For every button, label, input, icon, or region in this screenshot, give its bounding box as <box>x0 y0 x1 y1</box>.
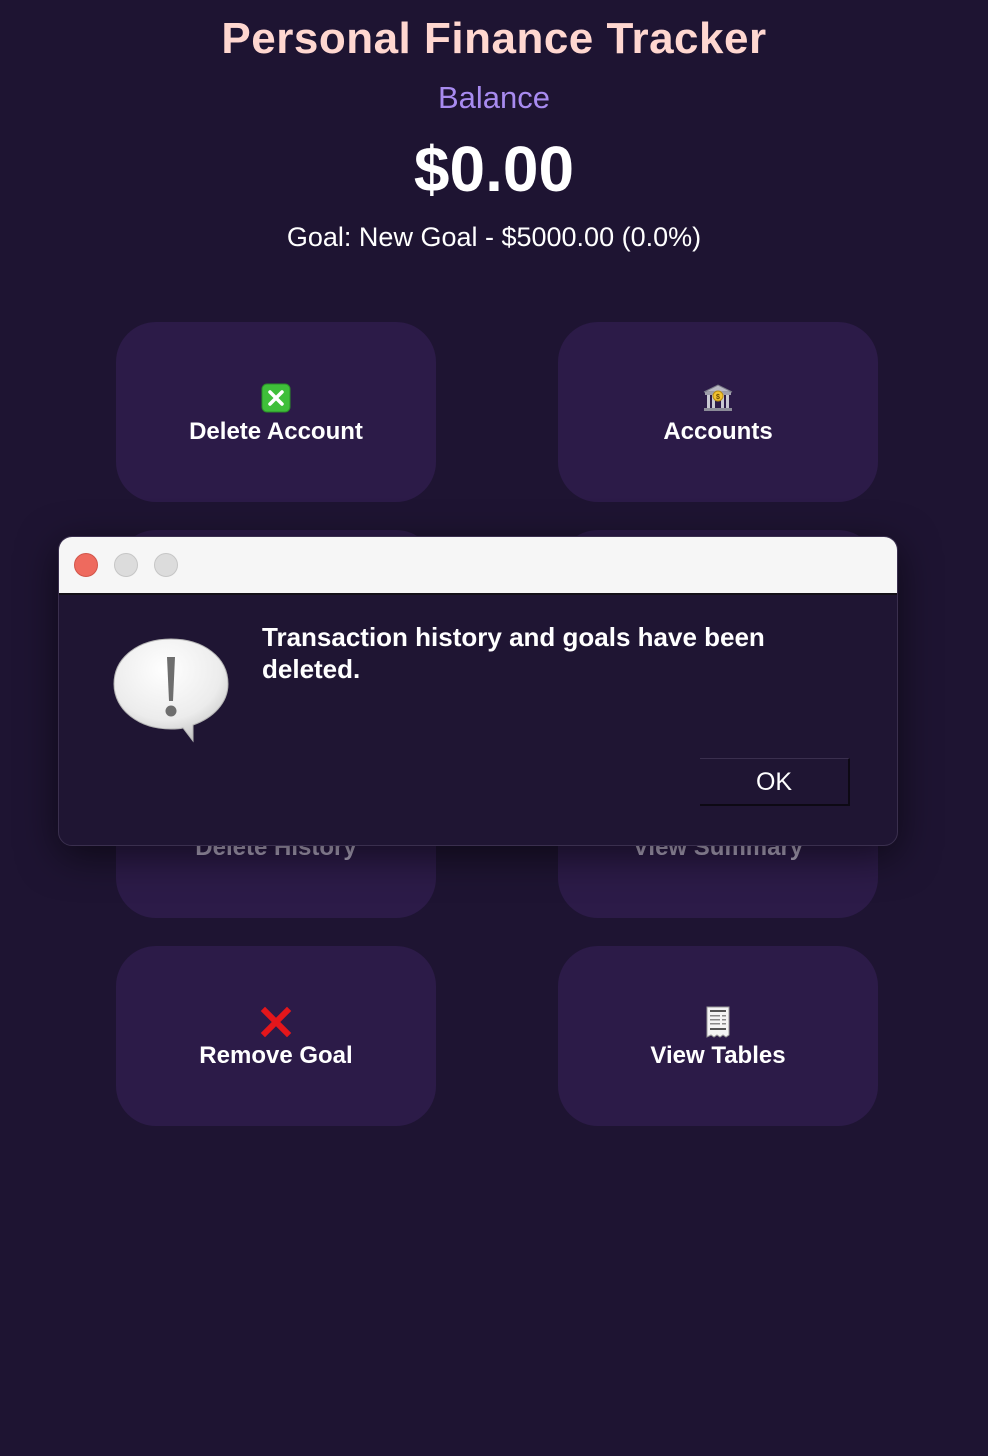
dialog-message: Transaction history and goals have been … <box>262 622 765 684</box>
svg-text:$: $ <box>716 394 720 401</box>
goal-text: Goal: New Goal - $5000.00 (0.0%) <box>286 222 702 252</box>
dialog-titlebar <box>59 537 897 595</box>
minimize-window-button[interactable] <box>114 553 138 577</box>
delete-account-label: Delete Account <box>189 418 363 445</box>
app-title: Personal Finance Tracker <box>221 14 767 63</box>
remove-goal-label: Remove Goal <box>199 1042 353 1069</box>
accounts-button[interactable]: $ Accounts <box>558 322 878 502</box>
cross-mark-icon <box>116 1006 436 1038</box>
close-window-button[interactable] <box>74 553 98 577</box>
ok-button[interactable]: OK <box>700 758 850 806</box>
cross-mark-button-icon <box>116 382 436 414</box>
delete-account-button[interactable]: Delete Account <box>116 322 436 502</box>
view-tables-label: View Tables <box>650 1042 786 1069</box>
bank-icon: $ <box>558 382 878 414</box>
zoom-window-button[interactable] <box>154 553 178 577</box>
view-tables-button[interactable]: View Tables <box>558 946 878 1126</box>
receipt-icon <box>558 1006 878 1038</box>
balance-value: $0.00 <box>413 133 575 205</box>
accounts-label: Accounts <box>663 418 773 445</box>
alert-dialog: Transaction history and goals have been … <box>58 536 898 846</box>
balance-label: Balance <box>437 80 551 115</box>
remove-goal-button[interactable]: Remove Goal <box>116 946 436 1126</box>
alert-speech-bubble-icon <box>111 637 231 743</box>
